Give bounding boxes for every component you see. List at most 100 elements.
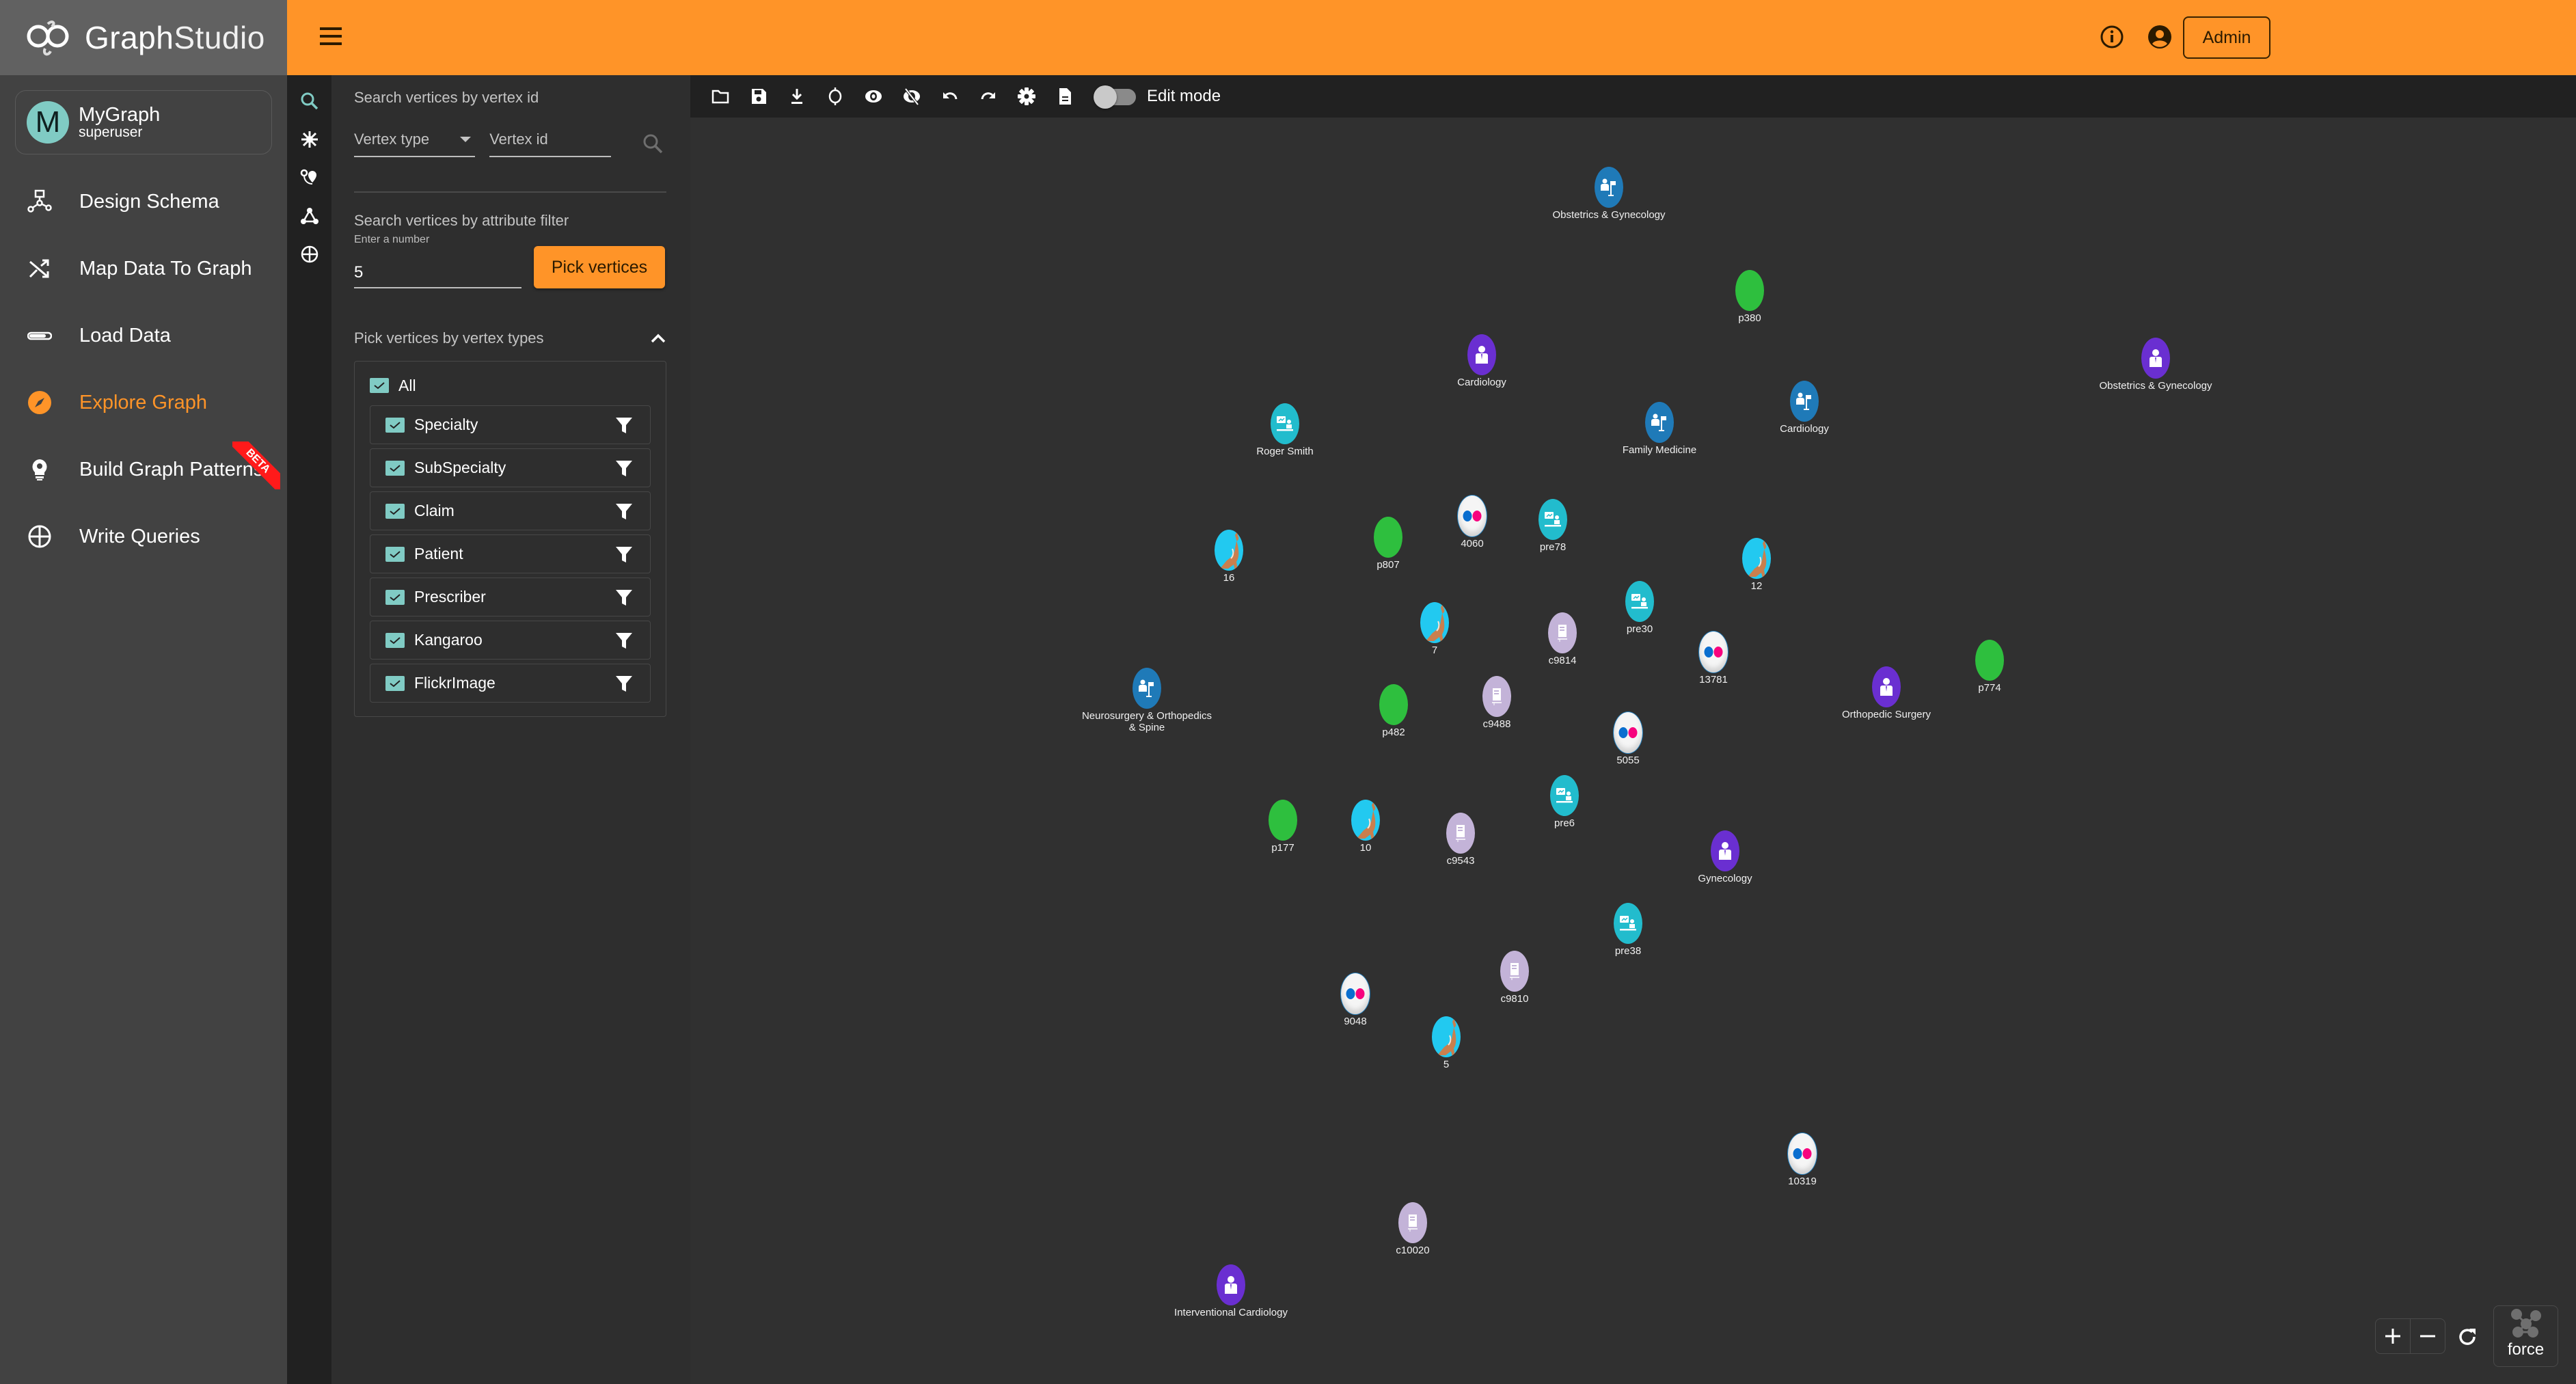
- vertex-type-item: Kangaroo: [370, 621, 651, 660]
- undo-button[interactable]: [931, 77, 969, 116]
- vertex-type-item: Specialty: [370, 405, 651, 444]
- checkbox-checked-icon: [385, 546, 405, 562]
- checkbox-checked-icon: [370, 378, 389, 393]
- redo-icon: [981, 92, 995, 100]
- info-button[interactable]: [2100, 25, 2124, 49]
- subspecialty-vertex-icon: [1595, 167, 1623, 208]
- vertex-label: 12: [1750, 580, 1763, 592]
- patient-vertex-icon: [1269, 800, 1297, 841]
- filter-icon[interactable]: [614, 674, 634, 693]
- redo-button[interactable]: [969, 77, 1007, 116]
- vertex-type-checkbox[interactable]: SubSpecialty: [385, 459, 506, 477]
- vertex-types-section-header[interactable]: Pick vertices by vertex types: [354, 329, 666, 347]
- explore-icon-rail: [287, 75, 331, 1384]
- filter-icon[interactable]: [614, 459, 634, 478]
- graph-canvas[interactable]: Obstetrics & Gynecology p380 Cardiology Obs…: [690, 118, 2576, 1384]
- claim-vertex-icon: [1446, 813, 1475, 854]
- vertex-type-checkbox[interactable]: Specialty: [385, 416, 478, 434]
- vertex-type-checkbox[interactable]: Claim: [385, 502, 455, 520]
- save-button[interactable]: [740, 77, 778, 116]
- document-button[interactable]: [1046, 77, 1084, 116]
- vertex-type-checkbox[interactable]: Prescriber: [385, 588, 486, 606]
- vertex-label: 16: [1223, 572, 1235, 584]
- vertex-id-input[interactable]: [489, 127, 612, 157]
- flickrimage-vertex-icon: [1788, 1133, 1817, 1174]
- rail-search-button[interactable]: [287, 82, 331, 120]
- settings-button[interactable]: [1007, 77, 1046, 116]
- graph-avatar: M: [27, 101, 69, 144]
- claim-vertex-icon: [1482, 676, 1511, 717]
- vertex-type-checkbox[interactable]: FlickrImage: [385, 674, 496, 692]
- info-icon: [2100, 25, 2124, 49]
- vertex-label: c9543: [1446, 855, 1475, 867]
- specialty-vertex-icon: [1872, 666, 1901, 707]
- zoom-in-button[interactable]: [2376, 1319, 2411, 1353]
- filter-icon[interactable]: [614, 631, 634, 650]
- brand-logo[interactable]: GraphStudio: [0, 0, 287, 75]
- account-button[interactable]: [2147, 25, 2172, 49]
- subspecialty-vertex-icon: [1645, 402, 1674, 443]
- nav-label: Explore Graph: [79, 391, 207, 413]
- vertex-type-checkbox[interactable]: Patient: [385, 545, 463, 563]
- menu-toggle-button[interactable]: [320, 27, 342, 46]
- prescriber-vertex-icon: [1614, 903, 1642, 944]
- vertex-type-select[interactable]: Vertex type: [354, 127, 476, 157]
- layout-label: force: [2507, 1340, 2545, 1359]
- nav-item-build-graph-patterns[interactable]: Build Graph Patterns BETA: [0, 436, 287, 503]
- filter-icon[interactable]: [614, 416, 634, 435]
- specialty-vertex-icon: [1711, 830, 1739, 871]
- kangaroo-vertex-icon: [1432, 1016, 1461, 1057]
- nav-item-explore-graph[interactable]: Explore Graph: [0, 369, 287, 436]
- pick-vertices-button[interactable]: Pick vertices: [534, 246, 665, 288]
- filter-icon[interactable]: [614, 502, 634, 521]
- nav-item-map-data[interactable]: Map Data To Graph: [0, 235, 287, 302]
- zoom-out-button[interactable]: [2411, 1319, 2445, 1353]
- compass-icon: [27, 390, 52, 415]
- show-button[interactable]: [854, 77, 893, 116]
- vertex-label: pre38: [1614, 945, 1642, 957]
- graph-toolbar: Edit mode: [690, 75, 2576, 118]
- search-icon: [643, 134, 663, 154]
- nav-item-write-queries[interactable]: Write Queries: [0, 503, 287, 570]
- vertex-label: p380: [1738, 312, 1761, 324]
- claim-vertex-icon: [1398, 1202, 1427, 1243]
- number-input[interactable]: [354, 258, 521, 288]
- layout-selector-button[interactable]: force: [2493, 1305, 2558, 1367]
- vertex-label: Orthopedic Surgery: [1841, 709, 1931, 720]
- admin-button[interactable]: Admin: [2183, 16, 2270, 59]
- hide-button[interactable]: [893, 77, 931, 116]
- filter-icon[interactable]: [614, 545, 634, 564]
- shuffle-icon: [27, 256, 52, 281]
- filter-icon[interactable]: [614, 588, 634, 607]
- open-button[interactable]: [701, 77, 740, 116]
- export-button[interactable]: [778, 77, 816, 116]
- graph-role: superuser: [79, 124, 143, 140]
- relayout-button[interactable]: [2455, 1325, 2480, 1349]
- undo-icon: [943, 92, 958, 100]
- rail-path-button[interactable]: [287, 159, 331, 197]
- nav-item-load-data[interactable]: Load Data: [0, 302, 287, 369]
- account-icon: [2148, 25, 2171, 49]
- graph-selector[interactable]: M MyGraph superuser: [15, 90, 272, 154]
- vertex-label: c10020: [1396, 1245, 1430, 1256]
- prescriber-vertex-icon: [1550, 775, 1579, 816]
- search-vertex-button[interactable]: [639, 130, 666, 157]
- edit-mode-toggle[interactable]: [1094, 85, 1137, 109]
- vertex-label: Interventional Cardiology: [1174, 1307, 1288, 1318]
- rail-expand-button[interactable]: [287, 120, 331, 159]
- rail-community-button[interactable]: [287, 197, 331, 235]
- checkbox-all[interactable]: All: [370, 375, 651, 396]
- document-icon: [1059, 88, 1071, 105]
- vertex-label: c9814: [1548, 655, 1577, 666]
- nav-item-design-schema[interactable]: Design Schema: [0, 168, 287, 235]
- design-schema-icon: [27, 189, 52, 214]
- vertex-label: 5: [1443, 1059, 1450, 1070]
- vertex-type-checkbox[interactable]: Kangaroo: [385, 631, 483, 649]
- rail-query-button[interactable]: [287, 235, 331, 273]
- force-layout-icon: [2510, 1309, 2541, 1338]
- checkbox-checked-icon: [385, 675, 405, 691]
- prescriber-vertex-icon: [1271, 403, 1299, 444]
- snowflake-icon: [301, 131, 318, 148]
- vertex-type-item: SubSpecialty: [370, 448, 651, 487]
- locate-button[interactable]: [816, 77, 854, 116]
